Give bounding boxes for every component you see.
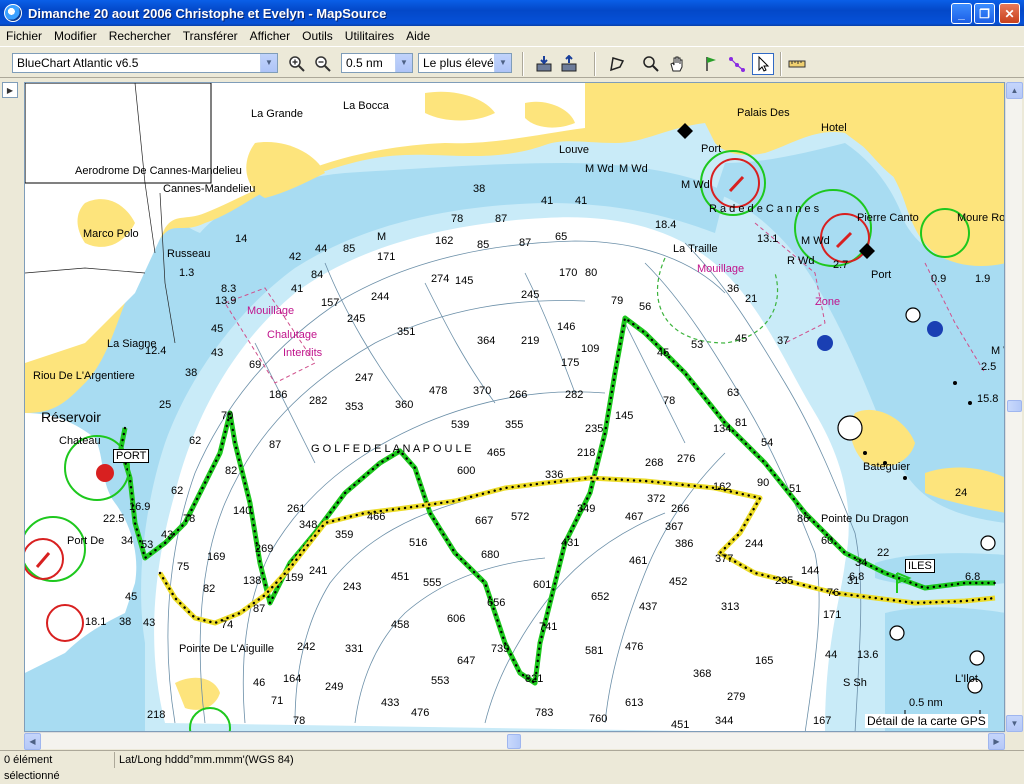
receive-from-device-icon[interactable]: [533, 53, 555, 75]
menu-transferer[interactable]: Transférer: [177, 29, 244, 43]
place-cannes-mandelieu: Cannes-Mandelieu: [163, 183, 256, 195]
menu-aide[interactable]: Aide: [400, 29, 436, 43]
place-la-grande: La Grande: [251, 108, 303, 120]
place-port-top: Port: [701, 143, 722, 155]
annotation-mouillage-right: Mouillage: [697, 263, 745, 275]
zoom-scale-select[interactable]: 0.5 nm ▼: [341, 53, 413, 73]
toolbar-separator: [522, 52, 524, 76]
toolbar-separator: [594, 52, 596, 76]
place-reservoir: Réservoir: [41, 409, 101, 425]
place-l-ilot: L'Ilot: [955, 673, 978, 685]
annotation-interdits: Interdits: [283, 347, 323, 359]
status-bar: 0 élément sélectionné Lat/Long hddd°mm.m…: [0, 750, 1024, 782]
horizontal-scroll-thumb[interactable]: [507, 734, 521, 749]
menu-outils[interactable]: Outils: [296, 29, 339, 43]
toolbar-separator: [780, 52, 782, 76]
chevron-down-icon[interactable]: ▼: [395, 54, 412, 72]
pointer-tool-icon[interactable]: [752, 53, 774, 75]
menu-bar: Fichier Modifier Rechercher Transférer A…: [0, 26, 1024, 46]
expand-panel-arrow-icon[interactable]: ▶: [2, 82, 18, 98]
place-golfe: G O L F E D E L A N A P O U L E: [311, 443, 472, 455]
map-graphic: [25, 83, 1004, 731]
toolbar: BlueChart Atlantic v6.5 ▼ 0.5 nm ▼ Le pl…: [0, 46, 1024, 78]
select-area-icon[interactable]: [606, 53, 628, 75]
hand-pan-icon[interactable]: [666, 53, 688, 75]
left-panel-strip: [0, 80, 22, 750]
chart-map-view[interactable]: La Bocca La Grande Aerodrome De Cannes-M…: [24, 82, 1005, 732]
send-to-device-icon[interactable]: [558, 53, 580, 75]
place-aerodrome: Aerodrome De Cannes-Mandelieu: [75, 165, 242, 177]
place-marco-polo: Marco Polo: [83, 228, 139, 240]
scroll-up-icon[interactable]: ▲: [1006, 82, 1023, 99]
waypoint-label-port[interactable]: PORT: [113, 449, 150, 463]
scroll-down-icon[interactable]: ▼: [1006, 715, 1023, 732]
place-russeau: Russeau: [167, 248, 211, 260]
place-chateau: Chateau: [59, 435, 101, 447]
place-hotel: Hotel: [821, 122, 847, 134]
place-la-traille: La Traille: [673, 243, 718, 255]
map-detail-footer: Détail de la carte GPS: [865, 714, 988, 728]
waypoint-label-iles[interactable]: ILES: [905, 559, 935, 573]
horizontal-scrollbar[interactable]: ◀ ▶: [24, 732, 1005, 750]
place-pointe-du-dragon: Pointe Du Dragon: [821, 513, 909, 525]
window-title: Dimanche 20 aout 2006 Christophe et Evel…: [28, 5, 387, 21]
vertical-scroll-thumb[interactable]: [1007, 400, 1022, 412]
status-position-format: Lat/Long hddd°mm.mmm'(WGS 84): [119, 753, 294, 766]
title-bar: Dimanche 20 aout 2006 Christophe et Evel…: [0, 0, 1024, 26]
zoom-scale-value: 0.5 nm: [346, 56, 383, 70]
menu-modifier[interactable]: Modifier: [48, 29, 103, 43]
place-moure-ro: Moure Ro: [957, 212, 1005, 224]
menu-afficher[interactable]: Afficher: [244, 29, 296, 43]
menu-utilitaires[interactable]: Utilitaires: [339, 29, 400, 43]
measure-distance-icon[interactable]: [786, 53, 808, 75]
waypoint-flag-icon[interactable]: [700, 53, 722, 75]
annotation-chalutage: Chalutage: [267, 329, 318, 341]
close-button[interactable]: ✕: [999, 3, 1020, 24]
place-pointe-aiguille: Pointe De L'Aiguille: [179, 643, 275, 655]
place-riou: Riou De L'Argentiere: [33, 370, 135, 382]
detail-select[interactable]: Le plus élevé ▼: [418, 53, 512, 73]
place-la-bocca: La Bocca: [343, 100, 389, 112]
annotation-zone: Zone: [815, 296, 841, 308]
zoom-tool-icon[interactable]: [640, 53, 662, 75]
product-select-value: BlueChart Atlantic v6.5: [17, 56, 139, 70]
scroll-right-icon[interactable]: ▶: [988, 733, 1005, 750]
annotation-mouillage-left: Mouillage: [247, 305, 295, 317]
menu-rechercher[interactable]: Rechercher: [103, 29, 177, 43]
status-selection: 0 élément sélectionné: [0, 751, 115, 782]
zoom-out-icon[interactable]: [312, 53, 334, 75]
zoom-in-icon[interactable]: [286, 53, 308, 75]
route-tool-icon[interactable]: [726, 53, 748, 75]
scroll-left-icon[interactable]: ◀: [24, 733, 41, 750]
place-port-east: Port: [871, 269, 892, 281]
place-louve: Louve: [559, 144, 589, 156]
place-pierre-canto: Pierre Canto: [857, 212, 919, 224]
minimize-button[interactable]: _: [951, 3, 972, 24]
chevron-down-icon[interactable]: ▼: [494, 54, 511, 72]
vertical-scrollbar[interactable]: ▲ ▼: [1005, 82, 1023, 732]
product-select[interactable]: BlueChart Atlantic v6.5 ▼: [12, 53, 278, 73]
place-bateguier: Bateguier: [863, 461, 911, 473]
mapsource-app-icon[interactable]: [4, 4, 22, 22]
place-port-de: Port De: [67, 535, 105, 547]
chevron-down-icon[interactable]: ▼: [260, 54, 277, 72]
detail-value: Le plus élevé: [423, 56, 494, 70]
place-palais-des: Palais Des: [737, 107, 790, 119]
scale-label: 0.5 nm: [909, 697, 943, 709]
restore-button[interactable]: ❐: [974, 3, 995, 24]
menu-fichier[interactable]: Fichier: [0, 29, 48, 43]
place-rade-de-cannes: R a d e d e C a n n e s: [709, 203, 820, 215]
